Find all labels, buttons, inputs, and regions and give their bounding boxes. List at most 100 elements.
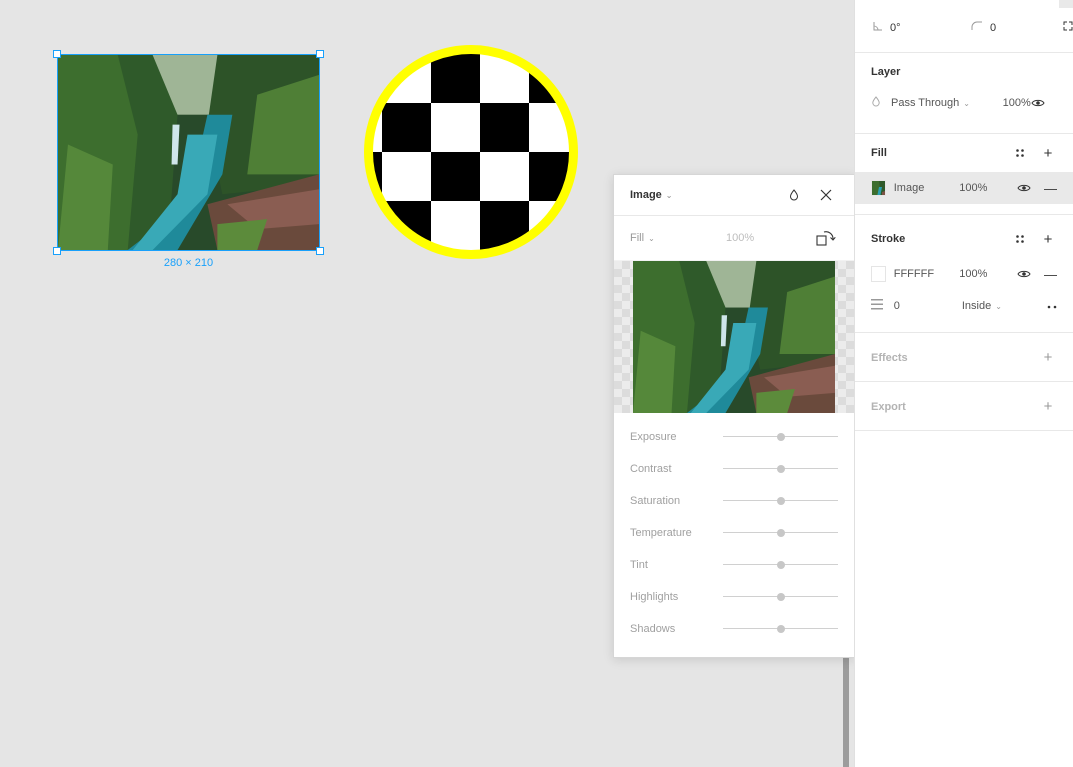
stroke-header: Stroke + <box>855 220 1073 258</box>
stroke-weight-row: 0 Inside ⌄ <box>855 290 1073 322</box>
chevron-down-icon: ⌄ <box>648 233 655 243</box>
corner-radius-field[interactable]: 0 <box>971 21 996 34</box>
layer-title: Layer <box>871 66 901 78</box>
fill-type: Image <box>893 182 925 194</box>
effects-section: Effects + <box>855 333 1073 382</box>
temperature-slider[interactable] <box>723 526 838 540</box>
saturation-slider[interactable] <box>723 494 838 508</box>
stroke-section: Stroke + FFFFFF 100% — 0 Inside ⌄ <box>855 220 1073 333</box>
image-preview-area[interactable] <box>614 261 854 413</box>
adjustment-label: Exposure <box>630 431 677 443</box>
adjustment-label: Temperature <box>630 527 692 539</box>
style-grid-icon[interactable] <box>1011 230 1029 248</box>
stroke-color-swatch[interactable] <box>871 266 886 282</box>
remove-fill-minus-icon[interactable]: — <box>1044 181 1057 196</box>
adjustment-row-contrast: Contrast <box>614 453 854 485</box>
selection-dimensions-label: 280 × 210 <box>163 257 214 269</box>
slider-knob[interactable] <box>776 529 785 537</box>
style-grid-icon[interactable] <box>1011 144 1029 162</box>
fill-section: Fill + Image 100% — <box>855 134 1073 215</box>
shadows-slider[interactable] <box>723 622 838 636</box>
close-icon[interactable] <box>814 183 838 207</box>
transform-section: 0° 0 <box>855 0 1073 53</box>
image-mode-row: Fill ⌄ 100% <box>614 216 854 261</box>
properties-panel: 0° 0 Layer Pass Through ⌄ 100% Fill + Im… <box>854 0 1073 767</box>
slider-knob[interactable] <box>776 465 785 473</box>
image-opacity-value[interactable]: 100% <box>726 232 754 244</box>
corner-radius-icon <box>971 21 983 34</box>
adjustment-label: Shadows <box>630 623 676 635</box>
layer-header: Layer <box>855 53 1073 91</box>
popover-header: Image ⌄ <box>614 175 854 216</box>
adjustment-row-temperature: Temperature <box>614 517 854 549</box>
chevron-down-icon: ⌄ <box>963 98 970 108</box>
image-fill-popover: Image ⌄ Fill ⌄ 100% Exposure Contrast Sa… <box>613 174 855 658</box>
more-options-icon[interactable] <box>1047 300 1057 312</box>
clipped-control <box>1059 0 1073 8</box>
rotation-icon <box>873 21 883 34</box>
tint-slider[interactable] <box>723 558 838 572</box>
fill-opacity[interactable]: 100% <box>959 182 1015 194</box>
image-fill-swatch[interactable] <box>871 180 886 196</box>
stroke-position-dropdown[interactable]: Inside ⌄ <box>962 300 1047 312</box>
adjustment-label: Tint <box>630 559 648 571</box>
adjustment-label: Highlights <box>630 591 679 603</box>
slider-knob[interactable] <box>776 625 785 633</box>
contrast-slider[interactable] <box>723 462 838 476</box>
adjustment-row-tint: Tint <box>614 549 854 581</box>
eye-icon[interactable] <box>1016 179 1032 197</box>
fill-type-label: Image <box>630 189 662 201</box>
export-title: Export <box>871 400 906 413</box>
add-effect-plus-icon[interactable]: + <box>1039 349 1057 367</box>
remove-stroke-minus-icon[interactable]: — <box>1044 267 1057 282</box>
slider-knob[interactable] <box>776 593 785 601</box>
adjustment-row-shadows: Shadows <box>614 613 854 645</box>
effects-title: Effects <box>871 351 908 364</box>
eye-icon[interactable] <box>1016 265 1032 283</box>
stroke-weight-value[interactable]: 0 <box>894 300 962 312</box>
fill-type-dropdown[interactable]: Image ⌄ <box>630 189 673 201</box>
slider-knob[interactable] <box>776 433 785 441</box>
slider-knob[interactable] <box>776 561 785 569</box>
export-header: Export + <box>855 382 1073 431</box>
image-preview <box>633 261 835 413</box>
stroke-color-hex[interactable]: FFFFFF <box>894 268 960 280</box>
blend-mode-label: Pass Through <box>891 97 960 109</box>
blend-mode-dropdown[interactable]: Pass Through ⌄ <box>891 97 1003 109</box>
adjustment-label: Saturation <box>630 495 681 507</box>
rotate-icon[interactable] <box>814 226 838 250</box>
canyon-photo <box>58 55 319 250</box>
canyon-image-layer[interactable] <box>58 55 319 250</box>
chevron-down-icon: ⌄ <box>665 190 673 200</box>
effects-header: Effects + <box>855 333 1073 382</box>
image-mode-dropdown[interactable]: Fill ⌄ <box>630 232 726 244</box>
exposure-slider[interactable] <box>723 430 838 444</box>
layer-row: Pass Through ⌄ 100% <box>855 91 1073 115</box>
stroke-position-label: Inside <box>961 300 992 312</box>
stroke-weight-icon <box>871 299 894 313</box>
add-stroke-plus-icon[interactable]: + <box>1039 230 1057 248</box>
stroke-color-row: FFFFFF 100% — <box>855 258 1073 290</box>
rotation-value: 0° <box>890 21 901 34</box>
add-fill-plus-icon[interactable]: + <box>1039 144 1057 162</box>
blend-drop-icon[interactable] <box>782 183 806 207</box>
image-mode-label: Fill <box>630 232 645 244</box>
checkerboard-circle-layer[interactable] <box>364 45 578 259</box>
independent-corners-icon[interactable] <box>1063 21 1073 31</box>
adjustment-row-saturation: Saturation <box>614 485 854 517</box>
stroke-title: Stroke <box>871 233 906 245</box>
add-export-plus-icon[interactable]: + <box>1039 398 1057 416</box>
layer-section: Layer Pass Through ⌄ 100% <box>855 53 1073 134</box>
canvas-vertical-scrollbar[interactable] <box>843 655 849 767</box>
slider-knob[interactable] <box>776 497 785 505</box>
fill-title: Fill <box>871 147 887 159</box>
blend-mode-icon <box>871 96 881 110</box>
image-adjustments: Exposure Contrast Saturation Temperature… <box>614 413 854 645</box>
export-section: Export + <box>855 382 1073 431</box>
highlights-slider[interactable] <box>723 590 838 604</box>
rotation-field[interactable]: 0° <box>873 21 901 34</box>
eye-icon[interactable] <box>1030 94 1045 112</box>
stroke-opacity[interactable]: 100% <box>959 268 1015 280</box>
fill-row[interactable]: Image 100% — <box>855 172 1073 204</box>
adjustment-row-highlights: Highlights <box>614 581 854 613</box>
